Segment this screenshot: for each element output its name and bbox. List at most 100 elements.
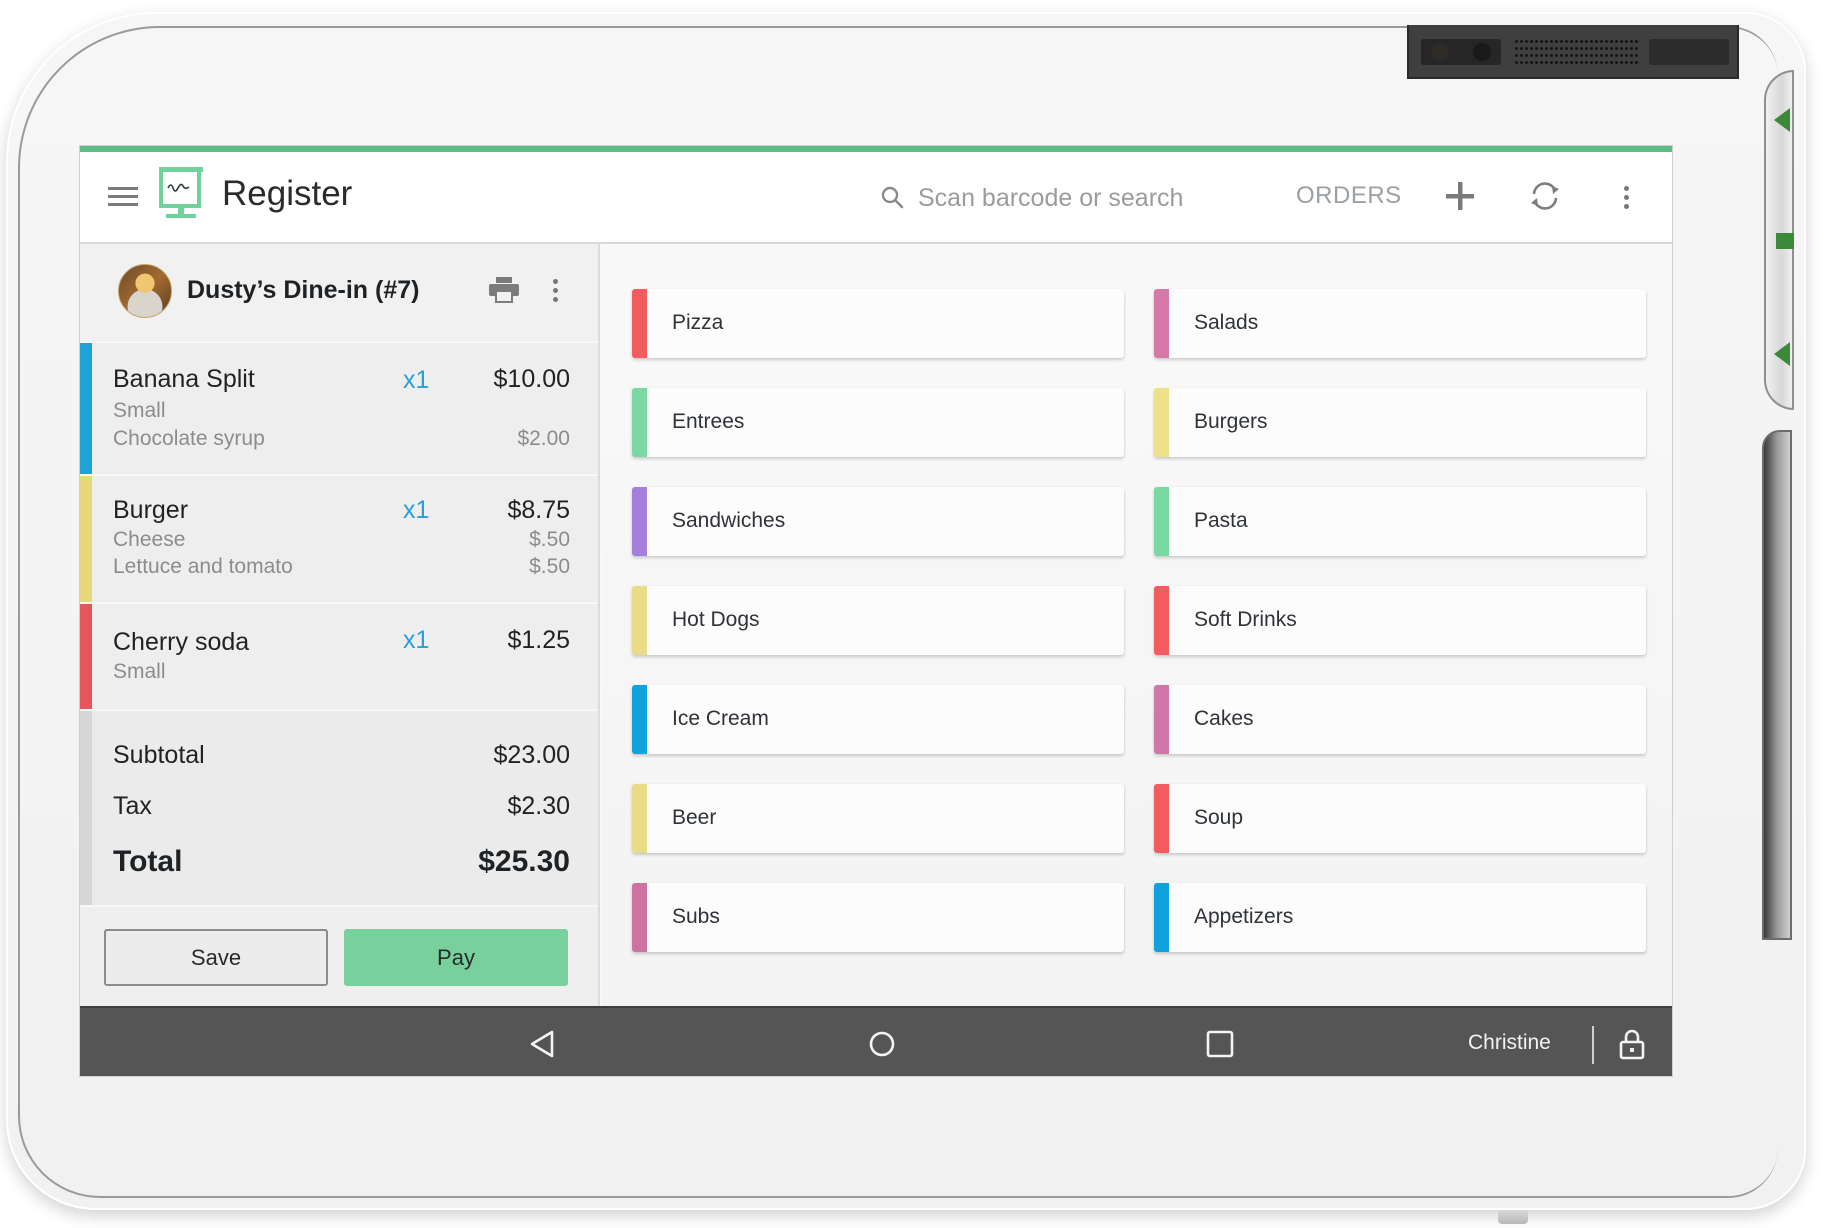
arrow-left-icon	[1774, 342, 1790, 366]
item-qty[interactable]: x1	[403, 496, 429, 525]
order-panel: Dusty’s Dine-in (#7) Banana Split x1 $10…	[80, 244, 600, 1006]
search-icon	[881, 186, 904, 209]
category-color-stripe	[632, 784, 647, 853]
tax-value: $2.30	[507, 792, 570, 820]
item-name: Burger	[113, 496, 189, 524]
search-input[interactable]: Scan barcode or search	[880, 180, 1220, 216]
item-color-stripe	[80, 604, 92, 709]
category-card[interactable]: Soup	[1154, 784, 1646, 853]
back-button[interactable]	[525, 1026, 561, 1062]
orders-button[interactable]: ORDERS	[1296, 182, 1402, 210]
category-color-stripe	[1154, 685, 1169, 754]
item-modifier: Small	[113, 399, 166, 422]
category-card[interactable]: Pizza	[632, 289, 1124, 358]
back-icon	[530, 1030, 554, 1058]
recents-button[interactable]	[1202, 1026, 1238, 1062]
order-line-item[interactable]: Cherry soda x1 $1.25 Small	[80, 602, 598, 709]
category-label: Soft Drinks	[1194, 608, 1297, 631]
modifier-price: $.50	[529, 555, 570, 578]
order-line-item[interactable]: Banana Split x1 $10.00 Small Chocolate s…	[80, 341, 598, 474]
sync-icon	[1531, 182, 1559, 210]
category-card[interactable]: Soft Drinks	[1154, 586, 1646, 655]
category-color-stripe	[1154, 289, 1169, 358]
sensor-lens-icon	[1473, 43, 1491, 61]
category-color-stripe	[1154, 586, 1169, 655]
add-button[interactable]	[1440, 176, 1480, 216]
app-screen: Register Scan barcode or search ORDERS D…	[80, 146, 1672, 1076]
home-button[interactable]	[864, 1026, 900, 1062]
device-side-rail	[1762, 70, 1808, 1170]
print-icon[interactable]	[488, 276, 520, 304]
category-card[interactable]: Cakes	[1154, 685, 1646, 754]
item-qty[interactable]: x1	[403, 366, 429, 395]
subtotal-label: Subtotal	[113, 741, 205, 769]
modifier-price: $.50	[529, 528, 570, 551]
item-name: Cherry soda	[113, 628, 250, 656]
category-card[interactable]: Pasta	[1154, 487, 1646, 556]
order-totals: Subtotal $23.00 Tax $2.30 Total $25.30	[80, 709, 598, 907]
item-name: Banana Split	[113, 365, 255, 393]
category-card[interactable]: Sandwiches	[632, 487, 1124, 556]
category-color-stripe	[632, 685, 647, 754]
current-user[interactable]: Christine	[1468, 1031, 1551, 1055]
lock-button[interactable]	[1614, 1026, 1650, 1062]
customer-avatar[interactable]	[118, 264, 172, 318]
card-swipe-slot	[1762, 430, 1792, 940]
category-label: Beer	[672, 806, 717, 829]
save-button[interactable]: Save	[104, 929, 328, 986]
indicator-square-icon	[1776, 233, 1794, 249]
category-label: Cakes	[1194, 707, 1254, 730]
tax-label: Tax	[113, 792, 152, 820]
category-label: Sandwiches	[672, 509, 786, 532]
category-label: Soup	[1194, 806, 1244, 829]
page-title: Register	[222, 174, 353, 213]
order-header: Dusty’s Dine-in (#7)	[80, 244, 598, 341]
menu-icon[interactable]	[108, 186, 138, 208]
item-modifier: Small	[113, 660, 166, 683]
category-label: Ice Cream	[672, 707, 769, 730]
order-name[interactable]: Dusty’s Dine-in (#7)	[187, 276, 419, 305]
nav-divider	[1592, 1026, 1594, 1064]
item-modifier: Cheese	[113, 528, 186, 551]
app-bar: Register Scan barcode or search ORDERS	[80, 152, 1672, 244]
category-color-stripe	[632, 883, 647, 952]
category-card[interactable]: Hot Dogs	[632, 586, 1124, 655]
item-modifier: Lettuce and tomato	[113, 555, 293, 578]
item-qty[interactable]: x1	[403, 626, 429, 655]
category-label: Hot Dogs	[672, 608, 760, 631]
category-card[interactable]: Entrees	[632, 388, 1124, 457]
register-logo-icon	[159, 167, 203, 218]
camera-lens-housing	[1421, 39, 1501, 65]
home-icon	[869, 1031, 895, 1057]
category-card[interactable]: Subs	[632, 883, 1124, 952]
category-color-stripe	[632, 487, 647, 556]
camera-lens-icon	[1431, 43, 1449, 61]
category-color-stripe	[632, 289, 647, 358]
category-grid: Pizza Salads Entrees Burgers Sandwiches Pasta…	[602, 244, 1672, 1006]
pay-button[interactable]: Pay	[344, 929, 568, 986]
category-label: Burgers	[1194, 410, 1268, 433]
category-color-stripe	[1154, 388, 1169, 457]
total-label: Total	[113, 845, 183, 878]
totals-stripe	[80, 711, 92, 907]
category-card[interactable]: Appetizers	[1154, 883, 1646, 952]
recents-icon	[1206, 1030, 1234, 1058]
item-price: $8.75	[507, 496, 570, 524]
category-card[interactable]: Beer	[632, 784, 1124, 853]
category-card[interactable]: Salads	[1154, 289, 1646, 358]
item-price: $10.00	[493, 365, 570, 393]
more-vert-icon[interactable]	[1623, 185, 1631, 211]
order-more-icon[interactable]	[552, 278, 560, 304]
item-color-stripe	[80, 343, 92, 474]
category-label: Salads	[1194, 311, 1259, 334]
device-port	[1498, 1210, 1528, 1224]
category-color-stripe	[1154, 883, 1169, 952]
search-placeholder: Scan barcode or search	[918, 183, 1184, 212]
category-color-stripe	[1154, 784, 1169, 853]
sync-button[interactable]	[1525, 176, 1565, 216]
category-label: Pasta	[1194, 509, 1248, 532]
category-card[interactable]: Burgers	[1154, 388, 1646, 457]
order-line-item[interactable]: Burger x1 $8.75 Cheese $.50 Lettuce and …	[80, 474, 598, 602]
category-card[interactable]: Ice Cream	[632, 685, 1124, 754]
lock-icon	[1619, 1029, 1645, 1060]
